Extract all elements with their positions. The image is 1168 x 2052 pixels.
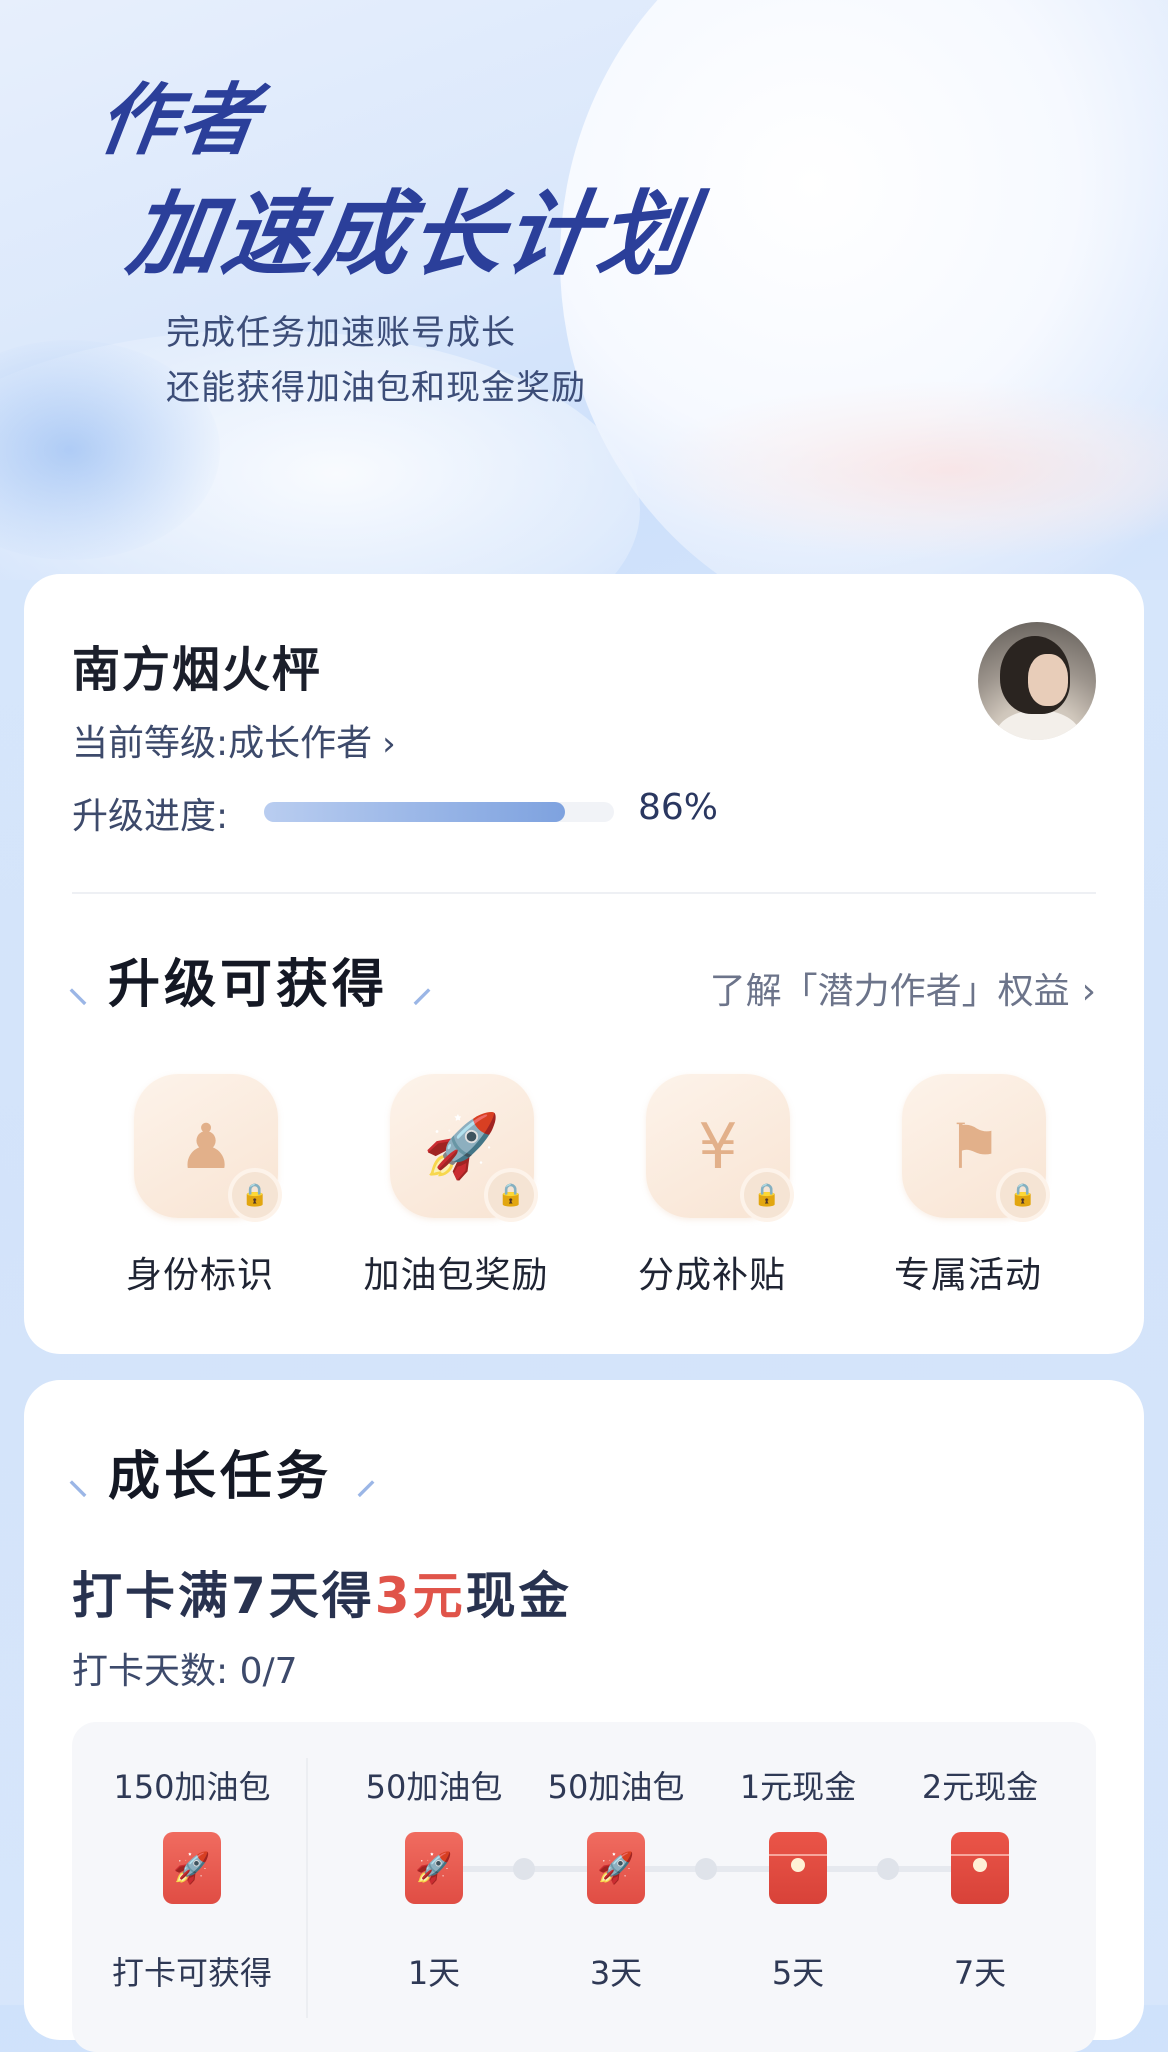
checkin-rewards-track: 150加油包 🚀 打卡可获得 50加油包 🚀 1天 50加油包 🚀 3天 1元现… (72, 1722, 1096, 2052)
benefits-info-link[interactable]: 了解「潜力作者」权益 › (710, 962, 1096, 1014)
profile-card: 南方烟火枰 当前等级:成长作者 › 升级进度: 86% ⸜ 升级可获得 ⸝ 了解「… (24, 574, 1144, 1354)
progress-bar (264, 802, 614, 822)
reward-day: 7天 (953, 1954, 1007, 1992)
benefit-tile: ♟ 🔒 (134, 1074, 278, 1218)
laurel-right-icon: ⸝ (412, 965, 432, 1011)
divider (72, 892, 1096, 894)
chevron-right-icon: › (1081, 971, 1096, 1012)
coin-icon (791, 1858, 805, 1872)
avatar-shoulder (996, 710, 1080, 740)
hero-subtitle-line1: 完成任务加速账号成长 (166, 313, 516, 353)
reward-amount: 50加油包 (547, 1768, 685, 1806)
lock-icon: 🔒 (1000, 1172, 1046, 1218)
reward-amount: 1元现金 (739, 1768, 857, 1806)
progress-label: 升级进度: (72, 796, 229, 837)
benefit-tile: ¥ 🔒 (646, 1074, 790, 1218)
laurel-left-icon: ⸜ (68, 1457, 88, 1503)
hero-title-line1: 作者 (92, 75, 266, 166)
red-envelope-icon (951, 1832, 1009, 1904)
hero-title-line2: 加速成长计划 (121, 180, 701, 288)
checkin-count: 打卡天数: 0/7 (72, 1651, 298, 1692)
reward-day-5[interactable]: 1元现金 5天 (706, 1722, 890, 2052)
benefit-fuel-pack[interactable]: 🚀 🔒 加油包奖励 (328, 1074, 584, 1296)
lock-icon: 🔒 (744, 1172, 790, 1218)
lock-icon: 🔒 (232, 1172, 278, 1218)
benefit-label: 身份标识 (125, 1255, 274, 1296)
benefits-info-text: 了解「潜力作者」权益 (709, 971, 1070, 1012)
benefit-label: 分成补贴 (637, 1255, 786, 1296)
avatar[interactable] (978, 622, 1096, 740)
tasks-section-title: 成长任务 (108, 1447, 333, 1507)
chevron-right-icon: › (382, 724, 396, 764)
hero-banner: 作者 加速成长计划 完成任务加速账号成长 还能获得加油包和现金奖励 (0, 0, 1168, 580)
coin-icon (973, 1858, 987, 1872)
reward-day: 5天 (771, 1954, 825, 1992)
laurel-left-icon: ⸜ (68, 965, 88, 1011)
growth-tasks-card: ⸜ 成长任务 ⸝ 打卡满7天得3元现金 打卡天数: 0/7 150加油包 🚀 打… (24, 1380, 1144, 2052)
benefit-tile: 🚀 🔒 (390, 1074, 534, 1218)
hero-subtitle-line2: 还能获得加油包和现金奖励 (166, 368, 586, 408)
divider (306, 1758, 308, 2018)
reward-intro: 150加油包 🚀 打卡可获得 (72, 1722, 312, 2052)
benefit-exclusive-events[interactable]: ⚑ 🔒 专属活动 (840, 1074, 1096, 1296)
current-level-link[interactable]: 当前等级:成长作者 › (72, 714, 396, 766)
lock-icon: 🔒 (488, 1172, 534, 1218)
reward-amount: 50加油包 (365, 1768, 503, 1806)
reward-day-1[interactable]: 50加油包 🚀 1天 (342, 1722, 526, 2052)
rocket-icon: 🚀 (405, 1832, 463, 1904)
red-envelope-icon (769, 1832, 827, 1904)
rocket-icon: 🚀 (587, 1832, 645, 1904)
benefits-list: ♟ 🔒 身份标识 🚀 🔒 加油包奖励 ¥ 🔒 分成补贴 ⚑ 🔒 专属活动 (72, 1074, 1096, 1296)
task-title-prefix: 打卡满7天得 (72, 1567, 375, 1625)
avatar-face (1028, 654, 1068, 706)
reward-day: 1天 (407, 1954, 461, 1992)
benefit-label: 专属活动 (893, 1255, 1042, 1296)
laurel-right-icon: ⸝ (356, 1457, 376, 1503)
reward-intro-amount: 150加油包 (113, 1768, 271, 1806)
task-title: 打卡满7天得3元现金 (72, 1556, 572, 1628)
benefit-identity-badge[interactable]: ♟ 🔒 身份标识 (72, 1074, 328, 1296)
progress-percent: 86% (638, 787, 719, 828)
benefit-revenue-subsidy[interactable]: ¥ 🔒 分成补贴 (584, 1074, 840, 1296)
progress-bar-fill (264, 802, 565, 822)
reward-day-3[interactable]: 50加油包 🚀 3天 (524, 1722, 708, 2052)
upgrade-section-title: 升级可获得 (108, 955, 389, 1015)
reward-day-7[interactable]: 2元现金 7天 (888, 1722, 1072, 2052)
task-title-highlight: 3元 (374, 1567, 466, 1625)
reward-amount: 2元现金 (921, 1768, 1039, 1806)
reward-intro-caption: 打卡可获得 (111, 1954, 272, 1992)
reward-day: 3天 (589, 1954, 643, 1992)
task-title-suffix: 现金 (465, 1567, 572, 1625)
benefit-tile: ⚑ 🔒 (902, 1074, 1046, 1218)
rocket-icon: 🚀 (163, 1832, 221, 1904)
current-level-text: 当前等级:成长作者 (72, 723, 373, 764)
benefit-label: 加油包奖励 (363, 1255, 549, 1296)
username: 南方烟火枰 (72, 642, 323, 698)
